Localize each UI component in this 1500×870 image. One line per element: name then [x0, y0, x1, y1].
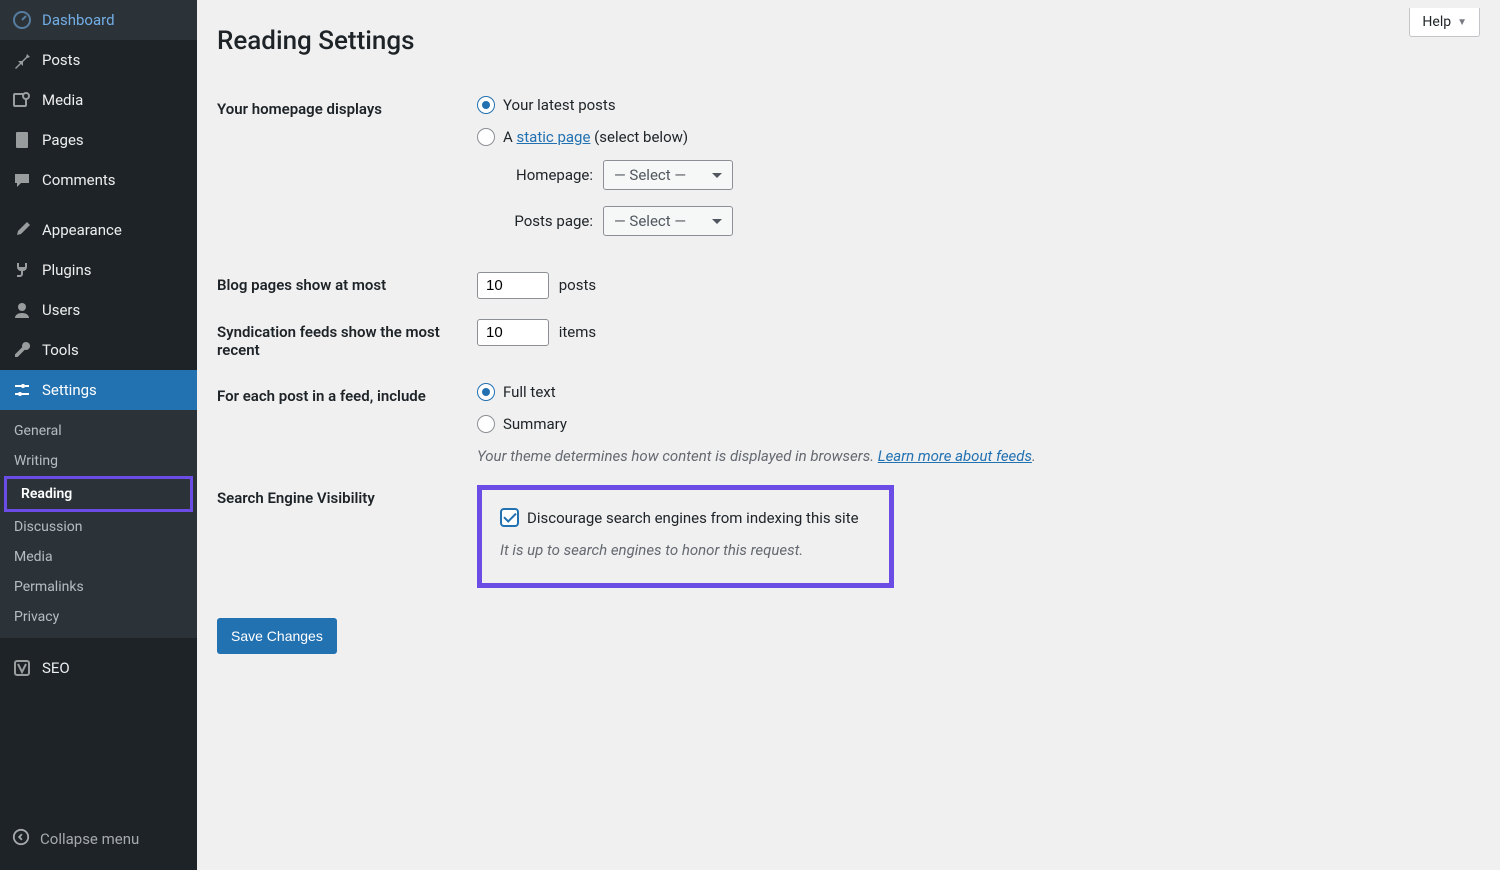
sidebar-item-label: Dashboard	[42, 11, 115, 29]
submenu-item-discussion[interactable]: Discussion	[0, 512, 197, 542]
radio-full-text-label: Full text	[503, 383, 556, 401]
search-visibility-description: It is up to search engines to honor this…	[500, 541, 859, 559]
sidebar-item-plugins[interactable]: Plugins	[0, 250, 197, 290]
radio-static-page-label: A static page (select below)	[503, 128, 688, 146]
learn-more-feeds-link[interactable]: Learn more about feeds	[878, 447, 1032, 465]
help-label: Help	[1422, 14, 1451, 30]
syndication-input[interactable]	[477, 319, 549, 346]
media-icon	[12, 90, 32, 110]
search-visibility-label: Search Engine Visibility	[217, 475, 477, 598]
sidebar-item-seo[interactable]: SEO	[0, 648, 197, 688]
syndication-label: Syndication feeds show the most recent	[217, 309, 477, 373]
seo-icon	[12, 658, 32, 678]
main-content: Help ▼ Reading Settings Your homepage di…	[197, 0, 1500, 870]
sidebar-item-tools[interactable]: Tools	[0, 330, 197, 370]
brush-icon	[12, 220, 32, 240]
sidebar-item-media[interactable]: Media	[0, 80, 197, 120]
sidebar-item-label: Settings	[42, 381, 97, 399]
sidebar-item-pages[interactable]: Pages	[0, 120, 197, 160]
radio-summary[interactable]	[477, 415, 495, 433]
feed-description: Your theme determines how content is dis…	[477, 447, 1480, 465]
sidebar-item-users[interactable]: Users	[0, 290, 197, 330]
collapse-menu-button[interactable]: Collapse menu	[0, 818, 151, 860]
sidebar-item-settings[interactable]: Settings	[0, 370, 197, 410]
sidebar-item-label: Media	[42, 91, 83, 109]
sidebar-item-label: Users	[42, 301, 80, 319]
help-tab[interactable]: Help ▼	[1409, 8, 1480, 37]
wrench-icon	[12, 340, 32, 360]
radio-static-page[interactable]	[477, 128, 495, 146]
sidebar-item-label: Plugins	[42, 261, 91, 279]
posts-page-select[interactable]: — Select —	[603, 206, 733, 236]
pin-icon	[12, 50, 32, 70]
submenu-item-reading[interactable]: Reading	[7, 479, 190, 509]
homepage-select-label: Homepage:	[495, 166, 593, 184]
sidebar-item-comments[interactable]: Comments	[0, 160, 197, 200]
submenu-item-media[interactable]: Media	[0, 542, 197, 572]
sidebar-item-label: Appearance	[42, 221, 122, 239]
syndication-unit: items	[559, 323, 596, 341]
blog-pages-unit: posts	[559, 276, 596, 294]
homepage-select[interactable]: — Select —	[603, 160, 733, 190]
submenu-item-privacy[interactable]: Privacy	[0, 602, 197, 632]
radio-latest-posts[interactable]	[477, 96, 495, 114]
sidebar-item-appearance[interactable]: Appearance	[0, 210, 197, 250]
comment-icon	[12, 170, 32, 190]
sidebar-item-label: Tools	[42, 341, 79, 359]
homepage-displays-label: Your homepage displays	[217, 86, 477, 262]
dashboard-icon	[12, 10, 32, 30]
radio-full-text[interactable]	[477, 383, 495, 401]
posts-page-select-label: Posts page:	[495, 212, 593, 230]
admin-sidebar: Dashboard Posts Media Pages Comments App…	[0, 0, 197, 870]
collapse-label: Collapse menu	[40, 830, 139, 848]
sidebar-item-label: SEO	[42, 659, 70, 677]
sidebar-item-posts[interactable]: Posts	[0, 40, 197, 80]
sidebar-item-label: Pages	[42, 131, 84, 149]
submenu-item-permalinks[interactable]: Permalinks	[0, 572, 197, 602]
settings-submenu: General Writing Reading Discussion Media…	[0, 410, 197, 638]
save-changes-button[interactable]: Save Changes	[217, 618, 337, 654]
page-icon	[12, 130, 32, 150]
discourage-checkbox-label: Discourage search engines from indexing …	[527, 509, 859, 527]
search-visibility-highlight: Discourage search engines from indexing …	[477, 485, 894, 588]
discourage-checkbox[interactable]	[500, 508, 519, 527]
plug-icon	[12, 260, 32, 280]
radio-latest-posts-label: Your latest posts	[503, 96, 616, 114]
blog-pages-input[interactable]	[477, 272, 549, 299]
submenu-item-writing[interactable]: Writing	[0, 446, 197, 476]
static-page-link[interactable]: static page	[517, 128, 591, 146]
sidebar-item-label: Posts	[42, 51, 80, 69]
collapse-icon	[12, 828, 30, 850]
radio-summary-label: Summary	[503, 415, 567, 433]
submenu-item-general[interactable]: General	[0, 416, 197, 446]
chevron-down-icon: ▼	[1457, 17, 1467, 28]
user-icon	[12, 300, 32, 320]
page-title: Reading Settings	[217, 26, 1480, 56]
sidebar-item-dashboard[interactable]: Dashboard	[0, 0, 197, 40]
blog-pages-label: Blog pages show at most	[217, 262, 477, 309]
feed-include-label: For each post in a feed, include	[217, 373, 477, 475]
sliders-icon	[12, 380, 32, 400]
sidebar-item-label: Comments	[42, 171, 116, 189]
